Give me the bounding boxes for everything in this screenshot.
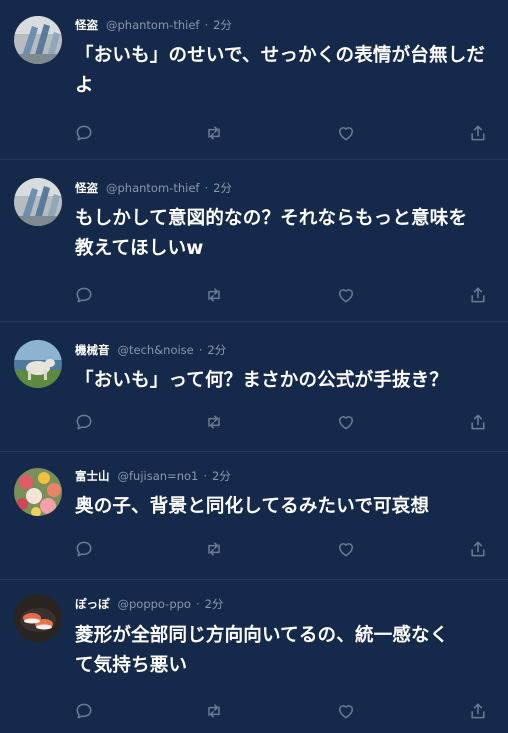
reply-icon <box>76 541 92 557</box>
tweet-meta: 怪盗 @phantom-thief · 2分 <box>75 180 232 196</box>
like-button[interactable] <box>335 122 357 144</box>
reply-button[interactable] <box>73 122 95 144</box>
share-button[interactable] <box>467 122 489 144</box>
user-handle[interactable]: @phantom-thief <box>106 181 199 195</box>
tweet-actions <box>0 700 508 722</box>
like-icon <box>339 127 353 141</box>
avatar-image <box>14 468 62 516</box>
tweet-text-line: 奥の子、背景と同化してるみたいで可哀想 <box>75 496 430 517</box>
reply-button[interactable] <box>73 284 95 306</box>
timestamp[interactable]: 2分 <box>207 343 226 357</box>
retweet-icon <box>208 704 220 718</box>
retweet-icon <box>208 415 220 429</box>
like-icon <box>339 705 353 719</box>
retweet-icon <box>208 126 220 140</box>
tweet[interactable]: 機械音 @tech&noise · 2分 「おいも」って何？まさかの公式が手抜き？ <box>0 322 508 452</box>
tweet-text-line: 「おいも」って何？まさかの公式が手抜き？ <box>75 370 449 391</box>
tweet-text: 奥の子、背景と同化してるみたいで可哀想 <box>75 492 495 522</box>
like-icon <box>339 289 353 303</box>
tweet[interactable]: 怪盗 @phantom-thief · 2分 もしかして意図的なの？それならもっと意味… <box>0 160 508 322</box>
tweet-text: もしかして意図的なの？それならもっと意味を 教えてほしいw <box>75 204 495 264</box>
tweet-text-line: 菱形が全部同じ方向向いてるの、統一感なく <box>75 625 449 646</box>
share-icon <box>471 414 485 430</box>
reply-button[interactable] <box>73 700 95 722</box>
tweet-text: 「おいも」って何？まさかの公式が手抜き？ <box>75 366 495 396</box>
avatar-image <box>14 594 62 642</box>
retweet-button[interactable] <box>203 700 225 722</box>
user-handle[interactable]: @fujisan=no1 <box>118 469 199 483</box>
retweet-icon <box>208 542 220 556</box>
share-icon <box>471 287 485 303</box>
avatar-image <box>14 178 62 226</box>
user-handle[interactable]: @poppo-ppo <box>118 597 191 611</box>
retweet-button[interactable] <box>203 122 225 144</box>
retweet-button[interactable] <box>203 411 225 433</box>
share-icon <box>471 125 485 141</box>
avatar[interactable] <box>14 468 62 516</box>
tweet-text: 菱形が全部同じ方向向いてるの、統一感なく て気持ち悪い <box>75 621 495 681</box>
avatar[interactable] <box>14 178 62 226</box>
display-name[interactable]: 機械音 <box>75 343 110 357</box>
separator-dot: · <box>203 469 207 483</box>
tweet-text-line: 教えてほしいw <box>75 238 204 259</box>
display-name[interactable]: 怪盗 <box>75 181 98 195</box>
tweet-actions <box>0 122 508 144</box>
retweet-icon <box>208 288 220 302</box>
separator-dot: · <box>204 181 209 195</box>
retweet-button[interactable] <box>203 284 225 306</box>
tweet-meta: 怪盗 @phantom-thief · 2分 <box>75 17 232 33</box>
reply-icon <box>76 125 92 141</box>
like-icon <box>339 416 353 430</box>
tweet-text-line: て気持ち悪い <box>75 655 188 676</box>
tweet-feed: 怪盗 @phantom-thief · 2分 「おいも」のせいで、せっかくの表情が台無… <box>0 0 508 733</box>
avatar[interactable] <box>14 340 62 388</box>
tweet[interactable]: 怪盗 @phantom-thief · 2分 「おいも」のせいで、せっかくの表情が台無… <box>0 0 508 160</box>
tweet-actions <box>0 538 508 560</box>
like-button[interactable] <box>335 538 357 560</box>
reply-icon <box>76 287 92 303</box>
tweet-text-line: もしかして意図的なの？それならもっと意味を <box>75 208 468 229</box>
reply-button[interactable] <box>73 538 95 560</box>
like-button[interactable] <box>335 700 357 722</box>
display-name[interactable]: 怪盗 <box>75 18 98 32</box>
avatar[interactable] <box>14 594 62 642</box>
avatar[interactable] <box>14 16 62 64</box>
display-name[interactable]: ぽっぽ <box>75 597 110 611</box>
share-button[interactable] <box>467 284 489 306</box>
timestamp[interactable]: 2分 <box>213 181 232 195</box>
tweet-text-line: よ <box>75 75 94 96</box>
user-handle[interactable]: @tech&noise <box>118 343 194 357</box>
avatar-image <box>14 340 62 388</box>
tweet-text: 「おいも」のせいで、せっかくの表情が台無しだ よ <box>75 41 495 101</box>
separator-dot: · <box>195 597 200 611</box>
avatar-image <box>14 16 62 64</box>
timestamp[interactable]: 2分 <box>212 469 231 483</box>
tweet-meta: ぽっぽ @poppo-ppo · 2分 <box>75 596 223 612</box>
share-button[interactable] <box>467 411 489 433</box>
like-button[interactable] <box>335 411 357 433</box>
tweet[interactable]: 富士山 @fujisan=no1 · 2分 奥の子、背景と同化してるみたいで可哀想 <box>0 452 508 580</box>
reply-button[interactable] <box>73 411 95 433</box>
like-icon <box>339 543 353 557</box>
tweet-actions <box>0 284 508 306</box>
tweet[interactable]: ぽっぽ @poppo-ppo · 2分 菱形が全部同じ方向向いてるの、統一感なく て気… <box>0 580 508 733</box>
display-name[interactable]: 富士山 <box>75 469 110 483</box>
separator-dot: · <box>198 343 203 357</box>
tweet-actions <box>0 411 508 433</box>
share-icon <box>471 541 485 557</box>
reply-icon <box>76 703 92 719</box>
reply-icon <box>76 414 92 430</box>
tweet-meta: 富士山 @fujisan=no1 · 2分 <box>75 468 231 484</box>
user-handle[interactable]: @phantom-thief <box>106 18 199 32</box>
share-button[interactable] <box>467 700 489 722</box>
tweet-meta: 機械音 @tech&noise · 2分 <box>75 342 226 358</box>
separator-dot: · <box>204 18 209 32</box>
share-button[interactable] <box>467 538 489 560</box>
retweet-button[interactable] <box>203 538 225 560</box>
timestamp[interactable]: 2分 <box>205 597 224 611</box>
timestamp[interactable]: 2分 <box>213 18 232 32</box>
share-icon <box>471 703 485 719</box>
like-button[interactable] <box>335 284 357 306</box>
tweet-text-line: 「おいも」のせいで、せっかくの表情が台無しだ <box>75 45 486 66</box>
